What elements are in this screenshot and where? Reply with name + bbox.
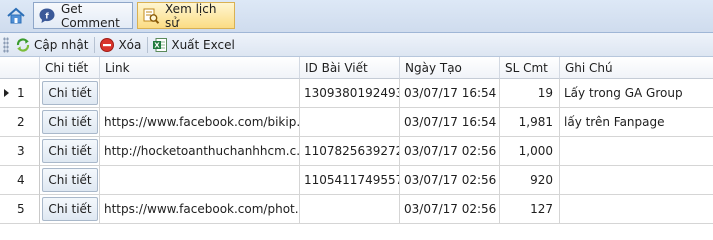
toolbar: Cập nhật Xóa X Xuất Excel [0,33,713,57]
detail-button[interactable]: Chi tiết [42,168,98,192]
toolbar-grip[interactable] [3,36,9,53]
row-number: 4 [17,173,25,187]
row-header-corner[interactable] [0,57,40,79]
tab-label: Xem lịch sử [165,1,217,30]
row-header[interactable]: 3 [0,137,40,166]
refresh-button[interactable]: Cập nhật [12,34,93,55]
cell-note[interactable] [560,195,713,224]
cell-post-id[interactable] [300,195,400,224]
row-number: 3 [17,144,25,158]
table-row[interactable]: 4 Chi tiết 1105411749557...03/07/17 02:569… [0,166,713,195]
cell-note[interactable] [560,137,713,166]
table-row[interactable]: 1 Chi tiết 1309380192493...03/07/17 16:541… [0,79,713,108]
delete-label: Xóa [118,37,142,52]
column-header-detail[interactable]: Chi tiết [40,57,100,79]
row-number: 5 [17,202,25,216]
tab-label: Get Comment [61,1,120,30]
detail-button[interactable]: Chi tiết [42,81,98,105]
cell-post-id[interactable]: 1105411749557... [300,166,400,195]
history-grid: Chi tiết Link ID Bài Viết Ngày Tạo SL Cm… [0,57,713,233]
cell-created-date[interactable]: 03/07/17 16:54 [400,108,500,137]
history-search-icon [142,7,160,25]
cell-created-date[interactable]: 03/07/17 02:56 [400,166,500,195]
svg-text:X: X [155,41,161,49]
cell-created-date[interactable]: 03/07/17 02:56 [400,137,500,166]
row-header[interactable]: 4 [0,166,40,195]
row-header[interactable]: 2 [0,108,40,137]
row-header[interactable]: 5 [0,195,40,224]
current-row-arrow-icon [4,89,9,97]
cell-post-id[interactable] [300,108,400,137]
home-button[interactable] [3,3,29,29]
table-row[interactable]: 2 Chi tiết https://www.facebook.com/bikip.… [0,108,713,137]
column-header-link[interactable]: Link [100,57,300,79]
cell-link[interactable]: http://hocketoanthuchanhhcm.c... [100,137,300,166]
cell-note[interactable]: lấy trên Fanpage [560,108,713,137]
detail-button[interactable]: Chi tiết [42,139,98,163]
cell-link[interactable] [100,166,300,195]
column-header-post-id[interactable]: ID Bài Viết [300,57,400,79]
row-header[interactable]: 1 [0,79,40,108]
cell-link[interactable]: https://www.facebook.com/phot... [100,195,300,224]
excel-export-icon: X [152,37,168,53]
refresh-icon [15,37,31,53]
cell-created-date[interactable]: 03/07/17 16:54 [400,79,500,108]
svg-text:f: f [45,11,49,20]
export-excel-button[interactable]: X Xuất Excel [149,34,240,55]
cell-created-date[interactable]: 03/07/17 02:56 [400,195,500,224]
cell-link[interactable] [100,79,300,108]
home-icon [7,7,25,24]
table-row[interactable]: 3 Chi tiết http://hocketoanthuchanhhcm.c..… [0,137,713,166]
cell-comment-count[interactable]: 1,000 [500,137,560,166]
toolbar-separator [147,36,149,53]
cell-note[interactable]: Lấy trong GA Group [560,79,713,108]
delete-icon [99,37,115,53]
refresh-label: Cập nhật [34,37,89,52]
column-header-comment-count[interactable]: SL Cmt [500,57,560,79]
row-number: 2 [17,115,25,129]
table-row[interactable]: 5 Chi tiết https://www.facebook.com/phot..… [0,195,713,224]
cell-comment-count[interactable]: 127 [500,195,560,224]
row-number: 1 [17,86,25,100]
tab-view-history[interactable]: Xem lịch sử [137,1,235,30]
cell-comment-count[interactable]: 920 [500,166,560,195]
cell-comment-count[interactable]: 19 [500,79,560,108]
cell-comment-count[interactable]: 1,981 [500,108,560,137]
cell-post-id[interactable]: 1107825639272... [300,137,400,166]
export-label: Xuất Excel [171,37,235,52]
cell-link[interactable]: https://www.facebook.com/bikip... [100,108,300,137]
tab-get-comment[interactable]: f Get Comment [33,1,133,30]
facebook-comment-icon: f [38,7,56,25]
detail-button[interactable]: Chi tiết [42,110,98,134]
cell-post-id[interactable]: 1309380192493... [300,79,400,108]
cell-note[interactable] [560,166,713,195]
toolbar-separator [94,36,96,53]
column-header-created-date[interactable]: Ngày Tạo [400,57,500,79]
delete-button[interactable]: Xóa [96,34,146,55]
tab-strip: f Get Comment Xem lịch sử [0,0,713,33]
detail-button[interactable]: Chi tiết [42,197,98,221]
column-header-note[interactable]: Ghi Chú [560,57,713,79]
